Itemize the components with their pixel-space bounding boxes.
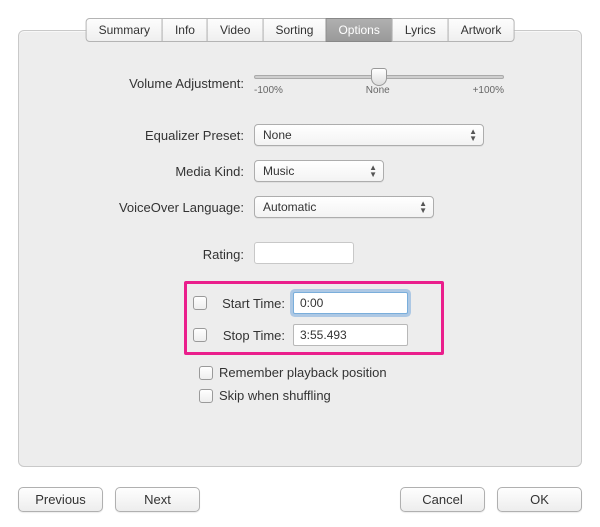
ok-button[interactable]: OK: [497, 487, 582, 512]
tab-options[interactable]: Options: [325, 18, 392, 42]
stop-time-checkbox[interactable]: [193, 328, 207, 342]
tab-sorting[interactable]: Sorting: [262, 18, 326, 42]
equalizer-preset-label: Equalizer Preset:: [49, 128, 254, 143]
updown-arrows-icon: ▲▼: [419, 200, 427, 214]
equalizer-preset-value: None: [263, 128, 292, 142]
skip-shuffling-label: Skip when shuffling: [219, 388, 331, 403]
start-time-label: Start Time:: [213, 296, 293, 311]
options-panel: Volume Adjustment: -100% None +100% Equa…: [18, 30, 582, 467]
voiceover-language-value: Automatic: [263, 200, 316, 214]
tab-summary[interactable]: Summary: [86, 18, 163, 42]
previous-button[interactable]: Previous: [18, 487, 103, 512]
skip-shuffling-checkbox[interactable]: [199, 389, 213, 403]
media-kind-value: Music: [263, 164, 294, 178]
time-highlight: Start Time: 0:00 Stop Time: 3:55.493: [184, 281, 444, 355]
slider-max-label: +100%: [473, 85, 504, 96]
start-time-checkbox[interactable]: [193, 296, 207, 310]
remember-playback-label: Remember playback position: [219, 365, 387, 380]
slider-thumb-icon[interactable]: [371, 68, 387, 86]
remember-playback-checkbox[interactable]: [199, 366, 213, 380]
media-kind-popup[interactable]: Music ▲▼: [254, 160, 384, 182]
equalizer-preset-popup[interactable]: None ▲▼: [254, 124, 484, 146]
tab-video[interactable]: Video: [207, 18, 263, 42]
next-button[interactable]: Next: [115, 487, 200, 512]
updown-arrows-icon: ▲▼: [369, 164, 377, 178]
slider-mid-label: None: [366, 85, 390, 96]
bottom-bar: Previous Next Cancel OK: [18, 487, 582, 512]
voiceover-language-popup[interactable]: Automatic ▲▼: [254, 196, 434, 218]
tab-artwork[interactable]: Artwork: [448, 18, 515, 42]
updown-arrows-icon: ▲▼: [469, 128, 477, 142]
volume-slider[interactable]: -100% None +100%: [254, 75, 504, 96]
slider-min-label: -100%: [254, 85, 283, 96]
cancel-button[interactable]: Cancel: [400, 487, 485, 512]
stop-time-label: Stop Time:: [213, 328, 293, 343]
rating-label: Rating:: [49, 247, 254, 262]
tab-lyrics[interactable]: Lyrics: [392, 18, 449, 42]
options-dialog: Summary Info Video Sorting Options Lyric…: [0, 0, 600, 527]
media-kind-label: Media Kind:: [49, 164, 254, 179]
start-time-field[interactable]: 0:00: [293, 292, 408, 314]
tab-bar: Summary Info Video Sorting Options Lyric…: [86, 18, 515, 42]
tab-info[interactable]: Info: [162, 18, 208, 42]
volume-adjustment-label: Volume Adjustment:: [49, 76, 254, 91]
stop-time-field[interactable]: 3:55.493: [293, 324, 408, 346]
voiceover-language-label: VoiceOver Language:: [49, 200, 254, 215]
rating-field[interactable]: [254, 242, 354, 264]
